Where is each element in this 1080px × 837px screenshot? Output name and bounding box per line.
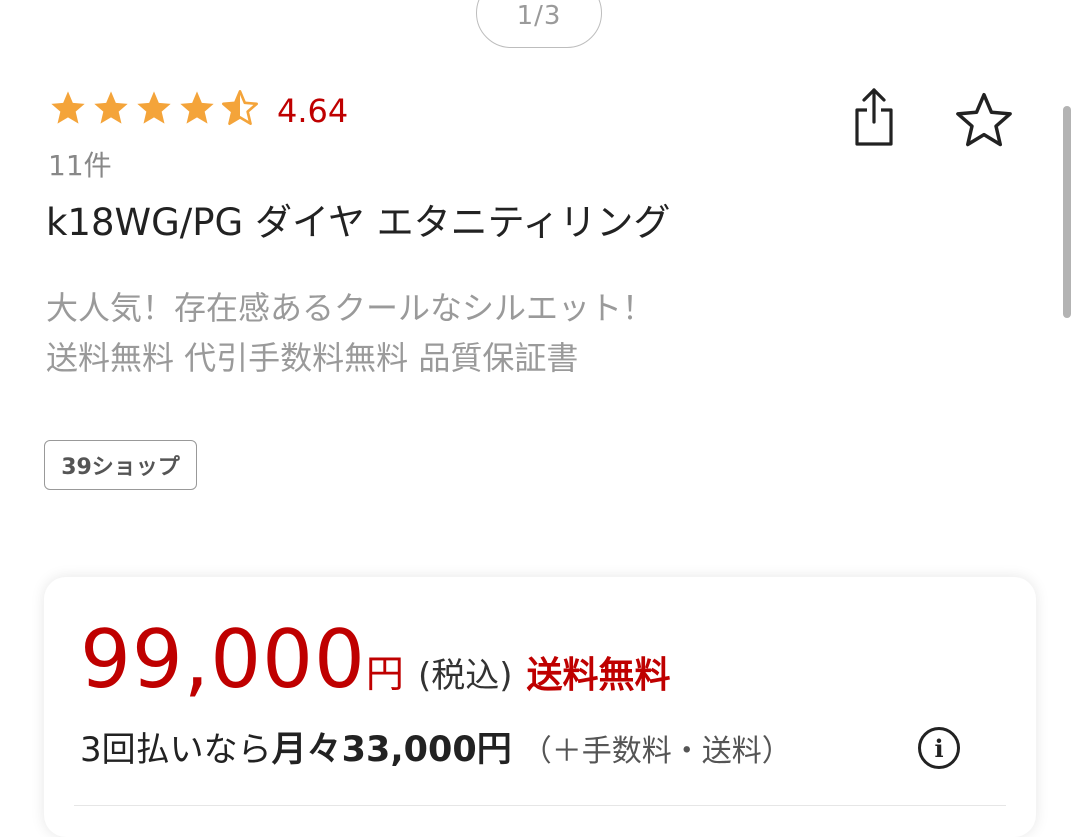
share-icon [855,88,893,146]
installment-monthly: 月々33,000円 [271,730,512,770]
review-count-link[interactable]: 11件 [48,144,112,184]
info-button[interactable]: i [918,727,960,769]
catch-copy-line: 送料無料 代引手数料無料 品質保証書 [46,339,579,377]
info-icon: i [934,733,944,763]
star-half-icon [222,90,258,125]
rating-value: 4.64 [277,92,349,130]
price-currency: 円 [365,652,404,696]
installment-note: （＋手数料・送料） [521,734,792,769]
price-amount: 99,000 [80,613,366,706]
star-full-icon [94,91,128,124]
catch-copy-line: 大人気！存在感あるクールなシルエット！ [46,289,655,327]
star-outline-icon [956,92,1012,147]
page-indicator-text: 1/3 [516,1,562,31]
favorite-button[interactable] [952,88,1016,152]
installment-row: 3回払いなら 月々33,000円 （＋手数料・送料） [80,721,792,772]
shop-tag[interactable]: 39ショップ [44,440,197,490]
star-full-icon [137,91,171,124]
free-shipping-label: 送料無料 [526,655,671,696]
catch-copy: 大人気！存在感あるクールなシルエット！ 送料無料 代引手数料無料 品質保証書 [46,283,654,383]
star-full-icon [180,91,214,124]
installment-prefix: 3回払いなら [80,730,272,770]
tax-note: (税込) [417,656,513,696]
product-title: k18WG/PG ダイヤ エタニティリング [46,201,671,244]
star-full-icon [51,91,85,124]
share-button[interactable] [848,84,900,150]
divider [74,805,1006,806]
price-card: 99,000 円 (税込) 送料無料 3回払いなら 月々33,000円 （＋手数… [44,577,1036,837]
image-page-indicator: 1/3 [476,0,602,48]
scrollbar[interactable] [1063,106,1071,318]
rating-stars [48,88,260,128]
price-row: 99,000 円 (税込) 送料無料 [80,613,670,706]
